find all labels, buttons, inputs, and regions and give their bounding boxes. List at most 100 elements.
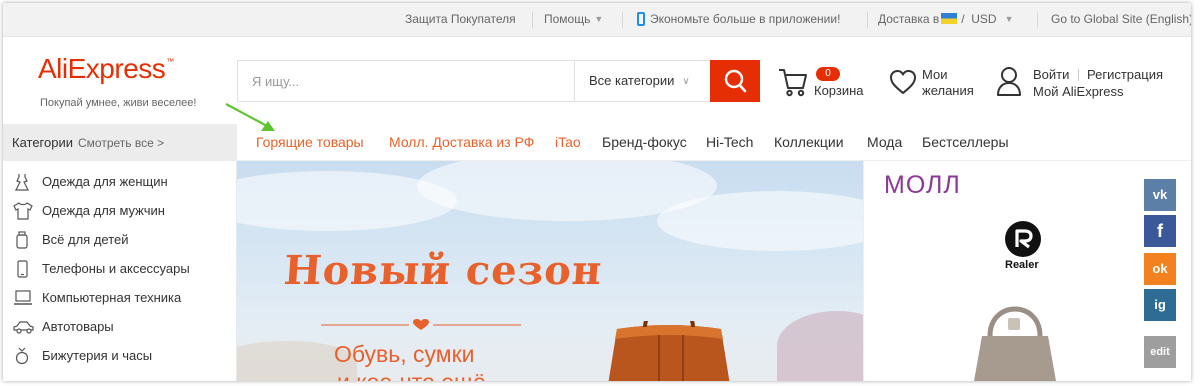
- currency-separator: /: [961, 12, 965, 26]
- divider: [867, 12, 868, 28]
- sidebar-item-kids[interactable]: Всё для детей: [3, 225, 237, 254]
- top-bar: Защита Покупателя Помощь ▼ Экономьте боль…: [3, 3, 1191, 37]
- phone-icon: [17, 260, 28, 278]
- sidebar-item-jewelry[interactable]: Бижутерия и часы: [3, 341, 237, 370]
- banner-subtitle: Обувь, сумки: [334, 341, 475, 367]
- categories-header[interactable]: Категории Смотреть все >: [3, 124, 237, 161]
- wishlist-label-line1: Мои: [922, 67, 948, 82]
- divider: [1037, 12, 1038, 28]
- search-input[interactable]: [238, 61, 573, 101]
- currency-label: USD: [971, 12, 997, 26]
- sidebar-item-label: Автотовары: [42, 319, 114, 334]
- divider: [622, 12, 623, 28]
- sidebar-item-label: Одежда для женщин: [42, 174, 168, 189]
- handbag-image: [974, 306, 1056, 381]
- divider: [532, 12, 533, 28]
- ukraine-flag-icon: [941, 13, 958, 25]
- login-link[interactable]: Войти: [1033, 67, 1069, 82]
- divider: [1078, 69, 1079, 81]
- search-category-select[interactable]: Все категории ∨: [574, 61, 710, 101]
- cart-icon[interactable]: [777, 66, 809, 98]
- category-sidebar: Одежда для женщин Одежда для мужчин Всё …: [3, 161, 237, 381]
- vk-share-button[interactable]: vk: [1144, 179, 1176, 211]
- page: Защита Покупателя Помощь ▼ Экономьте боль…: [3, 3, 1191, 381]
- chevron-down-icon: ▼: [1004, 14, 1014, 24]
- wishlist-label-line2: желания: [922, 83, 974, 98]
- sidebar-item-auto[interactable]: Автотовары: [3, 312, 237, 341]
- ring-icon: [15, 347, 29, 365]
- sidebar-item-label: Бижутерия и часы: [42, 348, 153, 363]
- nav-item-collections[interactable]: Коллекции: [774, 124, 844, 161]
- sidebar-item-phones[interactable]: Телефоны и аксессуары: [3, 254, 237, 283]
- chevron-down-icon: ∨: [682, 76, 690, 87]
- banner-trees: [777, 311, 863, 381]
- app-promo-link[interactable]: Экономьте больше в приложении!: [637, 3, 840, 37]
- instagram-icon: ig: [1154, 297, 1166, 312]
- instagram-share-button[interactable]: ig: [1144, 289, 1176, 321]
- sidebar-item-label: Одежда для мужчин: [42, 203, 165, 218]
- trademark-mark: ™: [166, 57, 174, 66]
- banner-cloud: [657, 191, 863, 251]
- banner-title: Новый сезон: [282, 247, 604, 294]
- sidebar-item-label: Всё для детей: [42, 232, 129, 247]
- facebook-share-button[interactable]: f: [1144, 215, 1176, 247]
- search-category-label: Все категории: [589, 73, 675, 88]
- nav-item-hi-tech[interactable]: Hi-Tech: [706, 124, 753, 161]
- nav-item-mall-delivery-rf[interactable]: Молл. Доставка из РФ: [389, 124, 534, 161]
- buyer-protection-link[interactable]: Защита Покупателя: [405, 3, 516, 37]
- logo-tagline: Покупай умнее, живи веселее!: [40, 97, 197, 109]
- main-nav: Горящие товары Молл. Доставка из РФ iTao…: [237, 124, 1191, 161]
- app-promo-label: Экономьте больше в приложении!: [650, 12, 841, 26]
- odnoklassniki-icon: ok: [1152, 261, 1168, 276]
- nav-item-fashion[interactable]: Мода: [867, 124, 902, 161]
- shirt-icon: [13, 202, 33, 220]
- sidebar-item-label: Телефоны и аксессуары: [42, 261, 190, 276]
- wishlist-link[interactable]: Мои желания: [922, 67, 992, 99]
- categories-title: Категории: [12, 135, 73, 150]
- feedback-button[interactable]: edit: [1144, 336, 1176, 368]
- odnoklassniki-share-button[interactable]: ok: [1144, 253, 1176, 285]
- promo-banner[interactable]: Новый сезон Обувь, сумки и кое-что ещё: [237, 161, 863, 381]
- logo-text-ali: Ali: [38, 53, 68, 84]
- ship-to-currency-selector[interactable]: Доставка в / USD ▼: [878, 3, 1014, 37]
- nav-item-hot-deals[interactable]: Горящие товары: [256, 124, 364, 161]
- user-icon[interactable]: [995, 65, 1023, 97]
- mall-panel[interactable]: МОЛЛ Realer: [863, 161, 1143, 381]
- computer-icon: [14, 290, 32, 305]
- dress-icon: [15, 174, 29, 191]
- mobile-phone-icon: [637, 11, 645, 26]
- mall-title: МОЛЛ: [884, 171, 961, 199]
- search-icon: [724, 69, 747, 93]
- cart-link[interactable]: Корзина: [814, 83, 864, 98]
- sidebar-item-men[interactable]: Одежда для мужчин: [3, 196, 237, 225]
- search-button[interactable]: [710, 60, 760, 102]
- vk-icon: vk: [1152, 187, 1168, 202]
- realer-brand-logo: [1005, 221, 1041, 257]
- register-link[interactable]: Регистрация: [1087, 67, 1163, 82]
- see-all-categories-link[interactable]: Смотреть все >: [78, 136, 164, 150]
- brand-name: Realer: [1005, 259, 1039, 271]
- my-aliexpress-link[interactable]: Мой AliExpress: [1033, 84, 1124, 99]
- search-bar: Все категории ∨: [237, 60, 760, 102]
- sidebar-item-women[interactable]: Одежда для женщин: [3, 167, 237, 196]
- chevron-down-icon: ▼: [594, 14, 604, 24]
- leather-bag-image: [608, 321, 730, 381]
- help-label: Помощь: [544, 12, 591, 26]
- heart-divider-icon: [321, 319, 521, 330]
- pencil-icon: edit: [1150, 346, 1170, 358]
- delivery-label: Доставка в: [878, 12, 940, 26]
- banner-subtitle-2: и кое-что ещё: [337, 369, 486, 381]
- car-icon: [13, 321, 34, 334]
- heart-icon[interactable]: [888, 68, 918, 96]
- cart-count-badge: 0: [816, 67, 840, 81]
- nav-item-brand-focus[interactable]: Бренд-фокус: [602, 124, 687, 161]
- bottle-icon: [16, 231, 28, 249]
- nav-item-itao[interactable]: iTao: [555, 124, 581, 161]
- aliexpress-logo[interactable]: AliExpress™: [38, 53, 174, 85]
- help-menu[interactable]: Помощь ▼: [544, 3, 603, 37]
- global-site-link[interactable]: Go to Global Site (English): [1051, 3, 1191, 37]
- logo-text-express: Express: [67, 53, 166, 84]
- facebook-icon: f: [1157, 221, 1163, 241]
- sidebar-item-computers[interactable]: Компьютерная техника: [3, 283, 237, 312]
- nav-item-bestsellers[interactable]: Бестселлеры: [922, 124, 1009, 161]
